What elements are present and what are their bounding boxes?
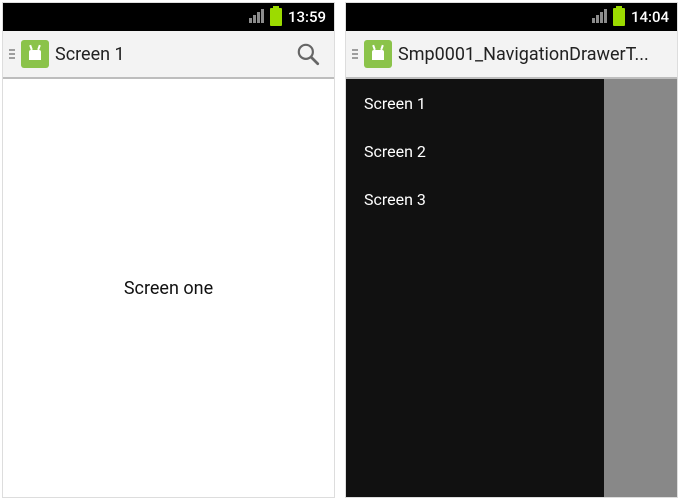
drawer-layout: Screen 1 Screen 2 Screen 3 [346,79,677,497]
device-right: 14:04 Smp0001_NavigationDrawerT... Scree… [345,2,678,498]
device-left: 13:59 Screen 1 Screen one [2,2,335,498]
signal-icon [249,9,264,25]
action-bar: Screen 1 [3,31,334,79]
android-app-icon [21,40,49,68]
action-bar-title: Screen 1 [55,44,288,65]
drawer-item-screen-1[interactable]: Screen 1 [346,79,604,127]
status-bar: 13:59 [3,3,334,31]
drawer-toggle[interactable] [352,40,392,68]
search-icon [295,41,321,67]
content-text: Screen one [124,278,213,299]
drawer-item-label: Screen 3 [364,190,426,209]
battery-icon [270,8,282,26]
status-bar: 14:04 [346,3,677,31]
search-button[interactable] [288,34,328,74]
navigation-drawer: Screen 1 Screen 2 Screen 3 [346,79,604,497]
status-time: 14:04 [631,8,669,26]
action-bar: Smp0001_NavigationDrawerT... [346,31,677,79]
android-app-icon [364,40,392,68]
hamburger-icon [352,49,358,59]
hamburger-icon [9,49,15,59]
drawer-item-screen-2[interactable]: Screen 2 [346,127,604,175]
drawer-item-label: Screen 1 [364,94,426,113]
battery-icon [613,8,625,26]
drawer-item-label: Screen 2 [364,142,426,161]
status-time: 13:59 [288,8,326,26]
main-content: Screen one [3,79,334,497]
signal-icon [592,9,607,25]
drawer-item-screen-3[interactable]: Screen 3 [346,175,604,223]
action-bar-title: Smp0001_NavigationDrawerT... [398,44,671,65]
drawer-toggle[interactable] [9,40,49,68]
